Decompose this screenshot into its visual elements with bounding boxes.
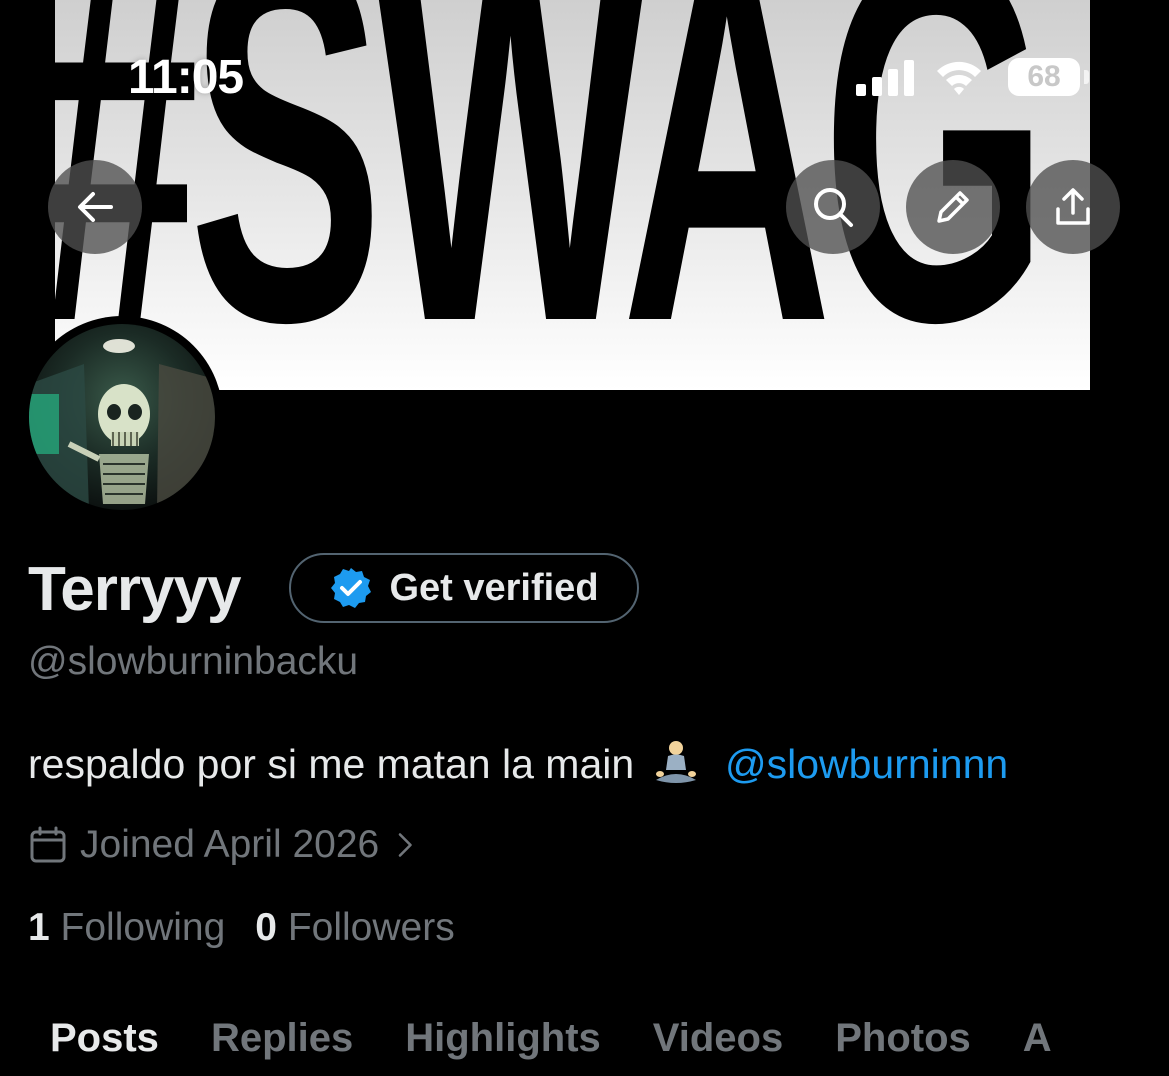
- pencil-icon: [937, 191, 969, 223]
- skeleton-avatar-image: [29, 339, 215, 510]
- following-label: Following: [60, 906, 226, 949]
- get-verified-button[interactable]: Get verified: [289, 553, 639, 623]
- tab-highlights[interactable]: Highlights: [379, 1016, 627, 1076]
- tab-articles[interactable]: A: [997, 1016, 1078, 1076]
- arrow-left-icon: [78, 192, 113, 222]
- battery-icon: 68: [1008, 58, 1080, 96]
- following-count: 1: [28, 906, 50, 949]
- wifi-icon: [937, 61, 981, 95]
- search-button[interactable]: [786, 160, 880, 254]
- calendar-icon: [30, 826, 66, 863]
- verified-badge-icon: [331, 568, 372, 608]
- status-icons: 68: [856, 58, 1089, 98]
- followers-count: 0: [255, 906, 277, 949]
- search-icon: [814, 188, 853, 227]
- tab-replies[interactable]: Replies: [185, 1016, 379, 1076]
- get-verified-label: Get verified: [389, 566, 599, 609]
- followers-label: Followers: [287, 906, 455, 949]
- battery-cap: [1084, 70, 1089, 84]
- share-button[interactable]: [1026, 160, 1120, 254]
- display-name: Terryyy: [28, 555, 241, 624]
- meditation-emoji-icon: [655, 741, 696, 783]
- followers-link[interactable]: 0 Followers: [255, 906, 454, 949]
- share-icon: [1056, 188, 1090, 225]
- bio-mention-link[interactable]: @slowburninnn: [725, 741, 1008, 787]
- cellular-signal-icon: [856, 58, 916, 96]
- status-time: 11:05: [128, 51, 244, 104]
- user-handle: @slowburninbacku: [28, 640, 359, 683]
- bio: respaldo por si me matan la main @slowbu…: [28, 740, 1008, 788]
- follow-stats: 1 Following 0 Followers: [28, 906, 455, 950]
- profile-tabs: Posts Replies Highlights Videos Photos A: [0, 1016, 1169, 1076]
- tab-posts[interactable]: Posts: [0, 1016, 185, 1076]
- bio-text: respaldo por si me matan la main: [28, 741, 635, 787]
- edit-button[interactable]: [906, 160, 1000, 254]
- back-button[interactable]: [48, 160, 142, 254]
- following-link[interactable]: 1 Following: [28, 906, 225, 949]
- tab-photos[interactable]: Photos: [809, 1016, 997, 1076]
- tab-videos[interactable]: Videos: [627, 1016, 809, 1076]
- joined-date-row[interactable]: Joined April 2026: [28, 822, 421, 868]
- chevron-right-icon: [398, 833, 413, 857]
- joined-date: Joined April 2026: [80, 823, 380, 866]
- avatar[interactable]: [29, 324, 215, 510]
